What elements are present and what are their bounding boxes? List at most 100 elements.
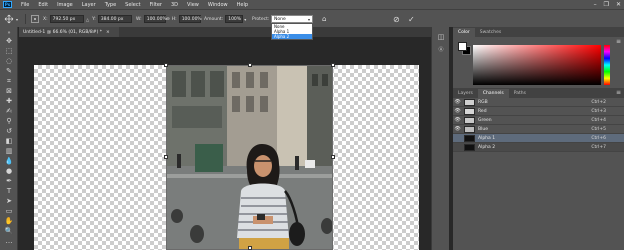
channel-row-blue[interactable]: 👁 Blue Ctrl+5 bbox=[453, 125, 624, 134]
channel-thumbnail bbox=[464, 125, 475, 133]
cancel-icon[interactable]: ⊘ bbox=[393, 15, 400, 24]
channel-name: RGB bbox=[478, 99, 488, 105]
healing-icon[interactable]: ✚ bbox=[4, 97, 14, 106]
menu-3d[interactable]: 3D bbox=[171, 2, 178, 8]
transform-handle-top-left[interactable] bbox=[164, 63, 168, 67]
close-icon[interactable]: ✕ bbox=[616, 1, 621, 8]
photoshop-logo: Ps bbox=[3, 1, 12, 8]
transform-handle-right[interactable] bbox=[331, 155, 335, 159]
dropdown-option-alpha-2[interactable]: Alpha 2 bbox=[272, 34, 312, 39]
tab-color[interactable]: Color bbox=[453, 28, 475, 37]
panel-menu-icon[interactable]: ≡ bbox=[616, 89, 621, 96]
link-icon[interactable]: ⊖ bbox=[166, 17, 170, 22]
visibility-eye-icon[interactable]: 👁 bbox=[453, 108, 462, 114]
transform-handle-left[interactable] bbox=[164, 155, 168, 159]
channel-shortcut: Ctrl+3 bbox=[591, 108, 606, 114]
gradient-icon[interactable]: ▥ bbox=[4, 147, 14, 156]
document-tab[interactable]: Untitled-1 @ 66.6% (01, RGB/8#) * × bbox=[19, 27, 119, 37]
properties-panel-icon[interactable]: Ⓐ bbox=[436, 45, 446, 53]
channel-row-alpha-2[interactable]: Alpha 2 Ctrl+7 bbox=[453, 143, 624, 152]
channel-thumbnail bbox=[464, 98, 475, 106]
canvas-area[interactable] bbox=[19, 37, 431, 250]
channel-row-red[interactable]: 👁 Red Ctrl+3 bbox=[453, 107, 624, 116]
visibility-eye-icon[interactable]: 👁 bbox=[453, 117, 462, 123]
tab-close-icon[interactable]: × bbox=[106, 30, 110, 35]
tools-panel: » ✥ ⬚ ◌ ✎ ⌗ ⊠ ✚ ✍ ⚲ ↺ ◧ ▥ 💧 ● ✒ T ➤ ▭ ✋ … bbox=[0, 27, 18, 250]
menu-select[interactable]: Select bbox=[125, 2, 140, 8]
width-scale-field[interactable]: 100.00% bbox=[143, 15, 167, 23]
more-tools-icon[interactable]: … bbox=[4, 237, 14, 246]
marquee-icon[interactable]: ⬚ bbox=[4, 47, 14, 56]
y-position-field[interactable]: 384.00 px bbox=[97, 15, 132, 23]
menu-filter[interactable]: Filter bbox=[150, 2, 162, 8]
dodge-icon[interactable]: ● bbox=[4, 167, 14, 176]
lasso-icon[interactable]: ◌ bbox=[4, 57, 14, 66]
brush-icon[interactable]: ✍ bbox=[4, 107, 14, 116]
menu-file[interactable]: File bbox=[21, 2, 29, 8]
tool-preset-picker[interactable]: ▾ bbox=[3, 14, 18, 24]
color-spectrum-picker[interactable] bbox=[473, 45, 601, 85]
triangle-icon[interactable]: △ bbox=[86, 17, 89, 22]
pen-icon[interactable]: ✒ bbox=[4, 177, 14, 186]
restore-icon[interactable]: ❐ bbox=[604, 1, 609, 8]
protect-dropdown[interactable]: None ▾ bbox=[271, 15, 313, 23]
minimize-icon[interactable]: – bbox=[594, 1, 597, 8]
warp-mode-icon[interactable]: ⌂ bbox=[322, 15, 326, 23]
commit-checkmark-icon[interactable]: ✓ bbox=[408, 15, 415, 24]
chevron-down-icon[interactable]: ▾ bbox=[244, 17, 246, 22]
foreground-background-swatches[interactable] bbox=[458, 42, 471, 55]
transform-handle-bottom[interactable] bbox=[248, 246, 252, 250]
menu-layer[interactable]: Layer bbox=[82, 2, 96, 8]
shape-icon[interactable]: ▭ bbox=[4, 207, 14, 216]
menu-bar: Ps File Edit Image Layer Type Select Fil… bbox=[0, 0, 624, 9]
hue-slider[interactable] bbox=[604, 45, 610, 85]
panel-menu-icon[interactable]: ≡ bbox=[616, 38, 621, 45]
channel-row-alpha-1[interactable]: Alpha 1 Ctrl+6 bbox=[453, 134, 624, 143]
quick-select-icon[interactable]: ✎ bbox=[4, 67, 14, 76]
menu-window[interactable]: Window bbox=[208, 2, 228, 8]
reference-point-icon[interactable] bbox=[31, 14, 39, 24]
menu-edit[interactable]: Edit bbox=[38, 2, 48, 8]
history-brush-icon[interactable]: ↺ bbox=[4, 127, 14, 136]
tab-swatches[interactable]: Swatches bbox=[475, 28, 507, 37]
foreground-color-swatch[interactable] bbox=[458, 42, 467, 51]
height-scale-field[interactable]: 100.00% bbox=[178, 15, 202, 23]
amount-label: Amount: bbox=[204, 16, 224, 22]
document-tab-title: Untitled-1 @ 66.6% (01, RGB/8#) * bbox=[23, 29, 103, 35]
menu-help[interactable]: Help bbox=[237, 2, 248, 8]
move-icon[interactable]: ✥ bbox=[4, 37, 14, 46]
y-label: Y: bbox=[92, 16, 96, 22]
x-position-field[interactable]: 792.50 px bbox=[49, 15, 84, 23]
menu-image[interactable]: Image bbox=[57, 2, 73, 8]
history-panel-icon[interactable]: ◫ bbox=[436, 33, 446, 41]
move-icon bbox=[4, 14, 14, 24]
channel-shortcut: Ctrl+4 bbox=[591, 117, 606, 123]
transform-handle-top-right[interactable] bbox=[331, 63, 335, 67]
type-icon[interactable]: T bbox=[4, 187, 14, 196]
transform-handle-top[interactable] bbox=[248, 63, 252, 67]
placed-photo[interactable] bbox=[166, 65, 333, 250]
stamp-icon[interactable]: ⚲ bbox=[4, 117, 14, 126]
channel-thumbnail bbox=[464, 134, 475, 142]
tab-paths[interactable]: Paths bbox=[509, 89, 531, 98]
menu-type[interactable]: Type bbox=[105, 2, 116, 8]
tab-layers[interactable]: Layers bbox=[453, 89, 478, 98]
chevron-down-icon: ▾ bbox=[16, 16, 19, 22]
crop-icon[interactable]: ⌗ bbox=[4, 77, 14, 86]
blur-icon[interactable]: 💧 bbox=[4, 157, 14, 166]
window-controls: – ❐ ✕ bbox=[594, 0, 621, 9]
zoom-icon[interactable]: 🔍 bbox=[4, 227, 14, 236]
channel-row-rgb[interactable]: 👁 RGB Ctrl+2 bbox=[453, 98, 624, 107]
visibility-eye-icon[interactable]: 👁 bbox=[453, 126, 462, 132]
eraser-icon[interactable]: ◧ bbox=[4, 137, 14, 146]
path-select-icon[interactable]: ➤ bbox=[4, 197, 14, 206]
amount-field[interactable]: 100% bbox=[225, 15, 244, 23]
hand-icon[interactable]: ✋ bbox=[4, 217, 14, 226]
channel-row-green[interactable]: 👁 Green Ctrl+4 bbox=[453, 116, 624, 125]
channel-thumbnail bbox=[464, 116, 475, 124]
photo-street-woman bbox=[167, 66, 332, 249]
eyedropper-icon[interactable]: ⊠ bbox=[4, 87, 14, 96]
menu-view[interactable]: View bbox=[187, 2, 199, 8]
tab-channels[interactable]: Channels bbox=[477, 89, 509, 98]
visibility-eye-icon[interactable]: 👁 bbox=[453, 99, 462, 105]
